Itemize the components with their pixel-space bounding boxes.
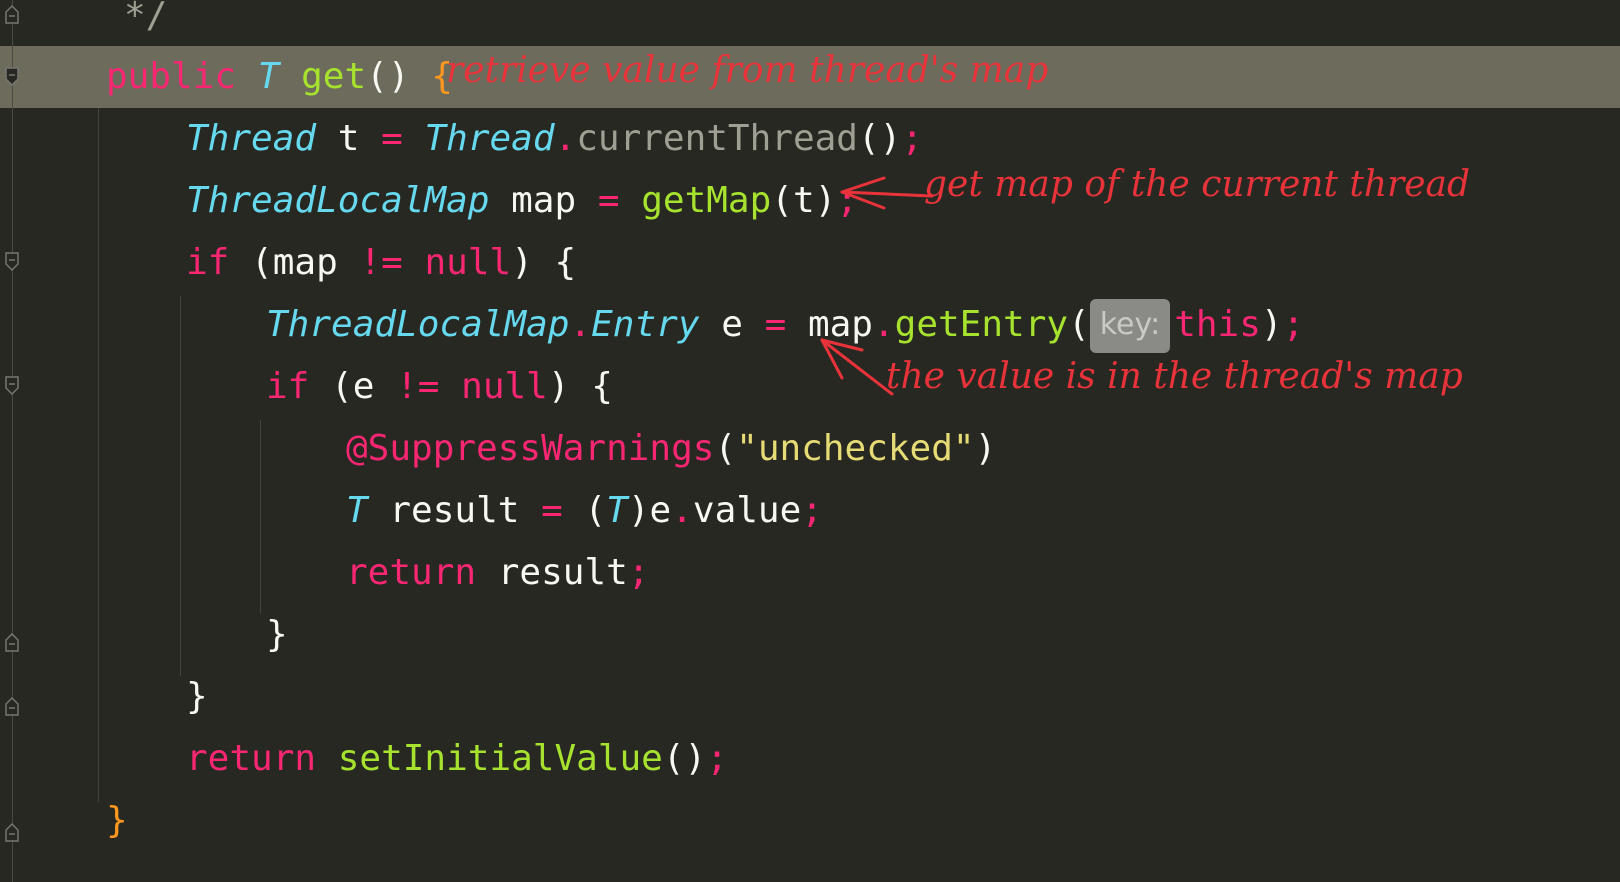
arrow-get-map	[840, 176, 934, 210]
arrow-value-in-map	[820, 338, 894, 396]
annotation-arrows	[820, 176, 934, 396]
